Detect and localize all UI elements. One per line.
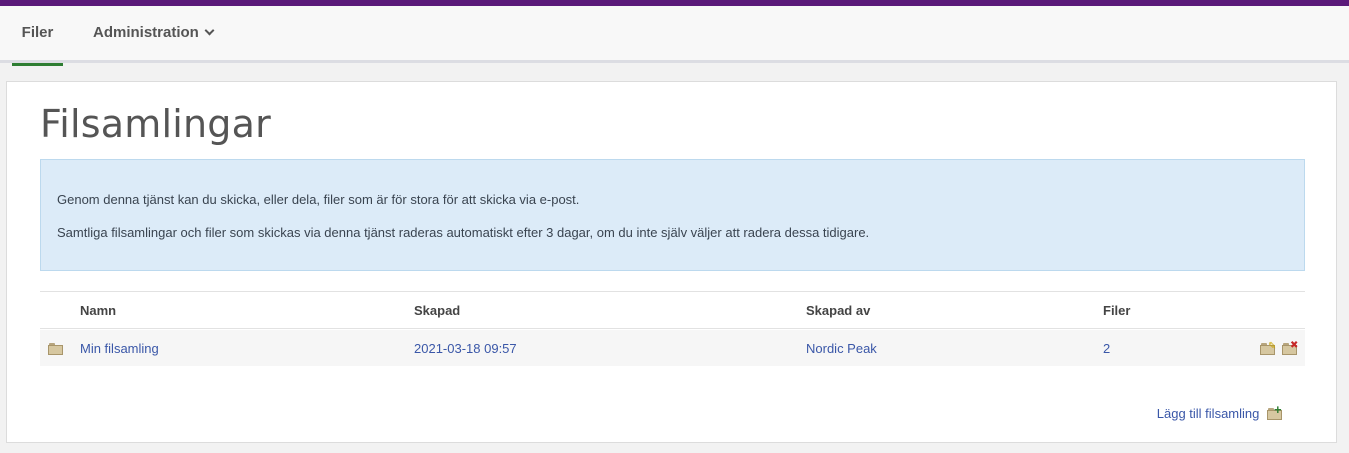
nav-administration-dropdown[interactable]: Administration — [93, 6, 215, 63]
column-header-created-by: Skapad av — [806, 303, 871, 318]
column-header-name: Namn — [80, 303, 117, 318]
created-by-link[interactable]: Nordic Peak — [806, 341, 877, 356]
created-date-link[interactable]: 2021-03-18 09:57 — [414, 341, 517, 356]
info-alert: Genom denna tjänst kan du skicka, eller … — [40, 159, 1305, 271]
info-text-2: Samtliga filsamlingar och filer som skic… — [57, 225, 870, 240]
folder-add-icon: + — [1267, 403, 1282, 420]
folder-edit-icon[interactable]: ✎ — [1260, 342, 1276, 355]
page-title: Filsamlingar — [40, 102, 271, 146]
add-collection-label: Lägg till filsamling — [1156, 406, 1260, 421]
file-count-link[interactable]: 2 — [1103, 341, 1110, 356]
nav-files-label: Filer — [21, 24, 54, 41]
table-top-border — [40, 291, 1305, 292]
table-header-border — [40, 328, 1305, 329]
chevron-down-icon — [204, 25, 215, 36]
collection-name-link[interactable]: Min filsamling — [80, 341, 159, 356]
info-text-1: Genom denna tjänst kan du skicka, eller … — [57, 192, 580, 207]
navbar: Filer Administration — [0, 6, 1349, 66]
active-tab-indicator — [12, 63, 63, 66]
column-header-created: Skapad — [414, 303, 461, 318]
folder-delete-icon[interactable]: ✖ — [1282, 341, 1298, 355]
folder-icon — [48, 343, 63, 355]
nav-files-tab[interactable]: Filer — [12, 6, 63, 66]
add-collection-button[interactable]: Lägg till filsamling + — [1156, 403, 1282, 421]
nav-administration-label: Administration — [93, 24, 199, 41]
table-row: Min filsamling 2021-03-18 09:57 Nordic P… — [40, 330, 1305, 366]
column-header-files: Filer — [1103, 303, 1131, 318]
content-panel: Filsamlingar Genom denna tjänst kan du s… — [6, 81, 1337, 443]
